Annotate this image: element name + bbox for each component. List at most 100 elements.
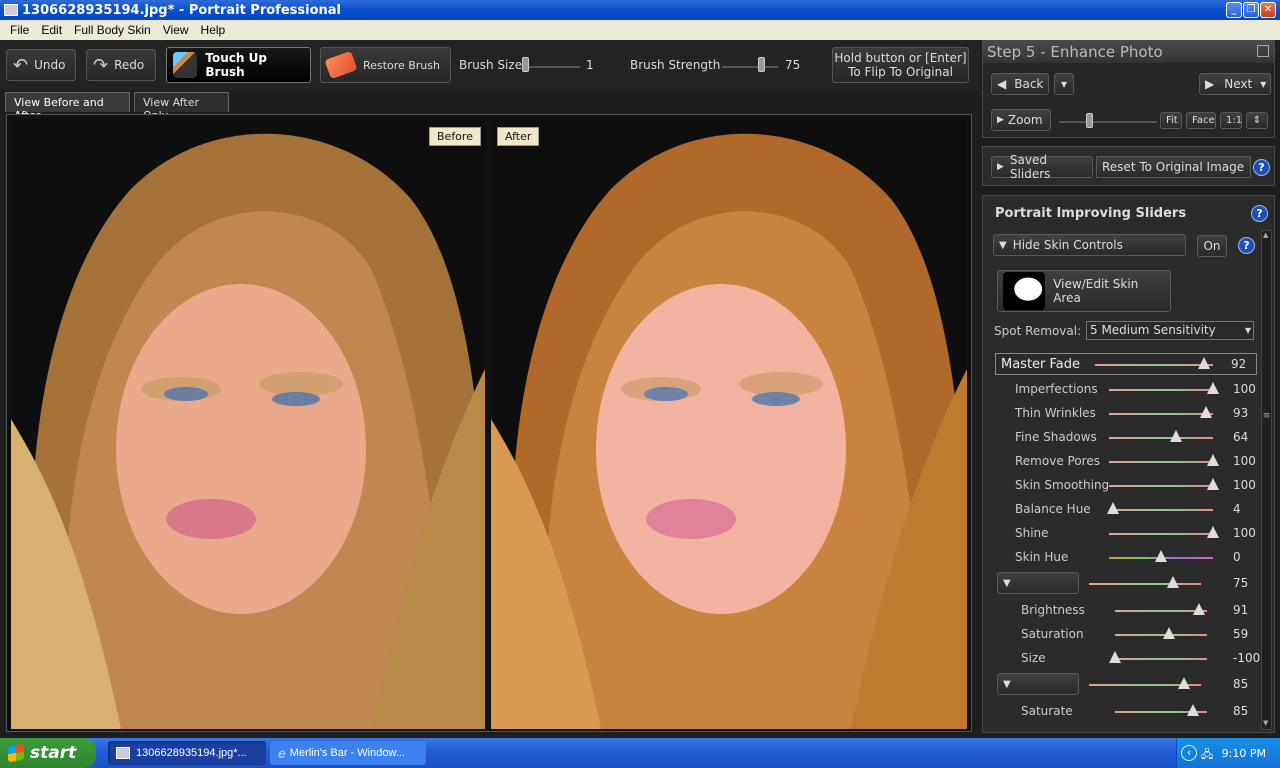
minimize-button[interactable]: _ — [1226, 2, 1242, 18]
slider-track[interactable] — [1109, 533, 1213, 535]
help-icon[interactable]: ? — [1251, 205, 1268, 222]
next-button[interactable]: ▶ Next ▾ — [1199, 73, 1271, 95]
scroll-grip-icon[interactable]: ≡ — [1262, 411, 1271, 431]
touch-up-brush-button[interactable]: Touch Up Brush — [166, 47, 311, 83]
zoom-slider[interactable] — [1059, 120, 1157, 123]
slider-row-size[interactable]: Size -100 — [983, 647, 1260, 669]
brush-strength-slider[interactable] — [722, 65, 778, 68]
saved-sliders-button[interactable]: ▶ Saved Sliders — [991, 153, 1093, 181]
clock: 9:10 PM — [1221, 746, 1266, 760]
slider-track[interactable] — [1109, 509, 1213, 511]
slider-track[interactable] — [1109, 413, 1213, 415]
zoom-face-button[interactable]: Face — [1186, 112, 1216, 129]
before-photo[interactable]: Before — [11, 119, 485, 729]
tray-expand-icon[interactable]: ‹ — [1181, 745, 1197, 761]
slider-thumb[interactable] — [1107, 502, 1120, 514]
zoom-thumb[interactable] — [1086, 113, 1093, 128]
restore-brush-button[interactable]: Restore Brush — [320, 47, 451, 83]
slider-thumb[interactable] — [1109, 651, 1121, 663]
slider-row-skin-hue[interactable]: Skin Hue 0 — [983, 546, 1253, 568]
zoom-fit-button[interactable]: Fit — [1160, 112, 1182, 129]
help-icon[interactable]: ? — [1238, 237, 1255, 254]
scroll-up-icon[interactable]: ▲ — [1263, 231, 1270, 239]
start-button[interactable]: start — [0, 738, 96, 768]
menu-file[interactable]: File — [10, 23, 29, 37]
slider-track[interactable] — [1115, 634, 1207, 636]
step-panel: Step 5 - Enhance Photo ◀ Back ▾ ▶ Next ▾… — [982, 40, 1275, 138]
slider-thumb[interactable] — [1207, 382, 1219, 394]
slider-thumb[interactable] — [1197, 357, 1210, 369]
texture-section-button[interactable]: ▼ — [997, 572, 1079, 594]
zoom-button[interactable]: ▶ Zoom — [991, 109, 1051, 131]
slider-track[interactable] — [1115, 658, 1207, 660]
slider-row-saturation[interactable]: Saturation 59 — [983, 623, 1253, 645]
flip-hint-line-2: To Flip To Original — [848, 65, 953, 79]
back-button[interactable]: ◀ Back — [991, 73, 1049, 95]
slider-value: 100 — [1233, 454, 1256, 468]
slider-track[interactable] — [1109, 461, 1213, 463]
sliders-scrollbar[interactable]: ▲ ≡ ▼ — [1261, 230, 1272, 730]
slider-value: 91 — [1233, 603, 1249, 617]
slider-thumb[interactable] — [1178, 677, 1191, 689]
slider-track[interactable] — [1089, 583, 1201, 585]
slider-thumb[interactable] — [1169, 430, 1182, 442]
slider-track[interactable] — [1109, 485, 1213, 487]
slider-row-remove-pores[interactable]: Remove Pores 100 — [983, 450, 1256, 472]
slider-thumb[interactable] — [1167, 576, 1179, 588]
redo-button[interactable]: ↷ Redo — [86, 49, 156, 81]
restore-window-button[interactable]: ❐ — [1243, 2, 1259, 18]
slider-row-thin-wrinkles[interactable]: Thin Wrinkles 93 — [983, 402, 1253, 424]
taskbar-item-browser[interactable]: e Merlin's Bar - Window... — [270, 741, 426, 765]
slider-thumb[interactable] — [1163, 627, 1176, 639]
brush-size-slider[interactable] — [522, 65, 580, 68]
taskbar-item-portrait[interactable]: 1306628935194.jpg*... — [108, 741, 266, 765]
slider-thumb[interactable] — [1199, 406, 1212, 418]
slider-label: Balance Hue — [1015, 502, 1091, 516]
brush-size-thumb[interactable] — [522, 57, 529, 72]
network-icon[interactable]: 🖧 — [1201, 746, 1213, 765]
slider-thumb[interactable] — [1207, 478, 1219, 490]
menu-view[interactable]: View — [163, 23, 189, 37]
photo-viewer[interactable]: Before After — [6, 114, 972, 732]
hide-skin-controls-button[interactable]: ▼ Hide Skin Controls — [993, 234, 1186, 256]
slider-row-shine[interactable]: Shine 100 — [983, 522, 1256, 544]
back-dropdown-button[interactable]: ▾ — [1054, 73, 1074, 95]
scroll-down-icon[interactable]: ▼ — [1263, 719, 1270, 727]
slider-thumb[interactable] — [1207, 526, 1219, 538]
tan-section-button[interactable]: ▼ — [997, 673, 1079, 695]
slider-thumb[interactable] — [1207, 454, 1219, 466]
skin-on-toggle[interactable]: On — [1197, 235, 1227, 257]
menu-edit[interactable]: Edit — [41, 23, 62, 37]
zoom-1to1-button[interactable]: 1:1 — [1220, 112, 1242, 129]
slider-thumb[interactable] — [1192, 603, 1205, 615]
collapse-arrow-icon: ▼ — [999, 239, 1007, 251]
tab-view-after-only[interactable]: View After Only — [134, 92, 229, 122]
brush-strength-thumb[interactable] — [758, 57, 765, 72]
view-edit-skin-area-button[interactable]: View/Edit Skin Area — [997, 270, 1171, 312]
slider-row-fine-shadows[interactable]: Fine Shadows 64 — [983, 426, 1253, 448]
spot-removal-select[interactable]: 5 Medium Sensitivity ▾ — [1086, 321, 1254, 340]
slider-track[interactable] — [1109, 389, 1213, 391]
help-icon[interactable]: ? — [1253, 159, 1270, 176]
slider-row-skin-smoothing[interactable]: Skin Smoothing 100 — [983, 474, 1256, 496]
menu-bar: File Edit Full Body Skin View Help — [0, 20, 1280, 40]
slider-row-master-fade[interactable]: Master Fade 92 — [983, 353, 1253, 375]
zoom-menu-button[interactable]: ⇕ — [1246, 112, 1268, 129]
menu-help[interactable]: Help — [201, 23, 226, 37]
slider-row-imperfections[interactable]: Imperfections 100 — [983, 378, 1256, 400]
slider-track[interactable] — [1095, 364, 1213, 366]
slider-row-brightness[interactable]: Brightness 91 — [983, 599, 1253, 621]
reset-to-original-button[interactable]: Reset To Original Image — [1096, 156, 1251, 178]
slider-row-saturate[interactable]: Saturate 85 — [983, 700, 1253, 722]
close-window-button[interactable]: ✕ — [1260, 2, 1276, 18]
after-photo[interactable]: After — [491, 119, 967, 729]
menu-full-body-skin[interactable]: Full Body Skin — [74, 23, 151, 37]
undo-button[interactable]: ↶ Undo — [6, 49, 76, 81]
panel-undock-icon[interactable] — [1257, 45, 1269, 57]
flip-to-original-button[interactable]: Hold button or [Enter] To Flip To Origin… — [832, 47, 969, 83]
tab-view-before-and-after[interactable]: View Before and After — [5, 92, 130, 122]
slider-row-balance-hue[interactable]: Balance Hue 4 — [983, 498, 1253, 520]
slider-thumb[interactable] — [1187, 704, 1200, 716]
slider-thumb[interactable] — [1155, 550, 1167, 562]
slider-track[interactable] — [1109, 437, 1213, 439]
